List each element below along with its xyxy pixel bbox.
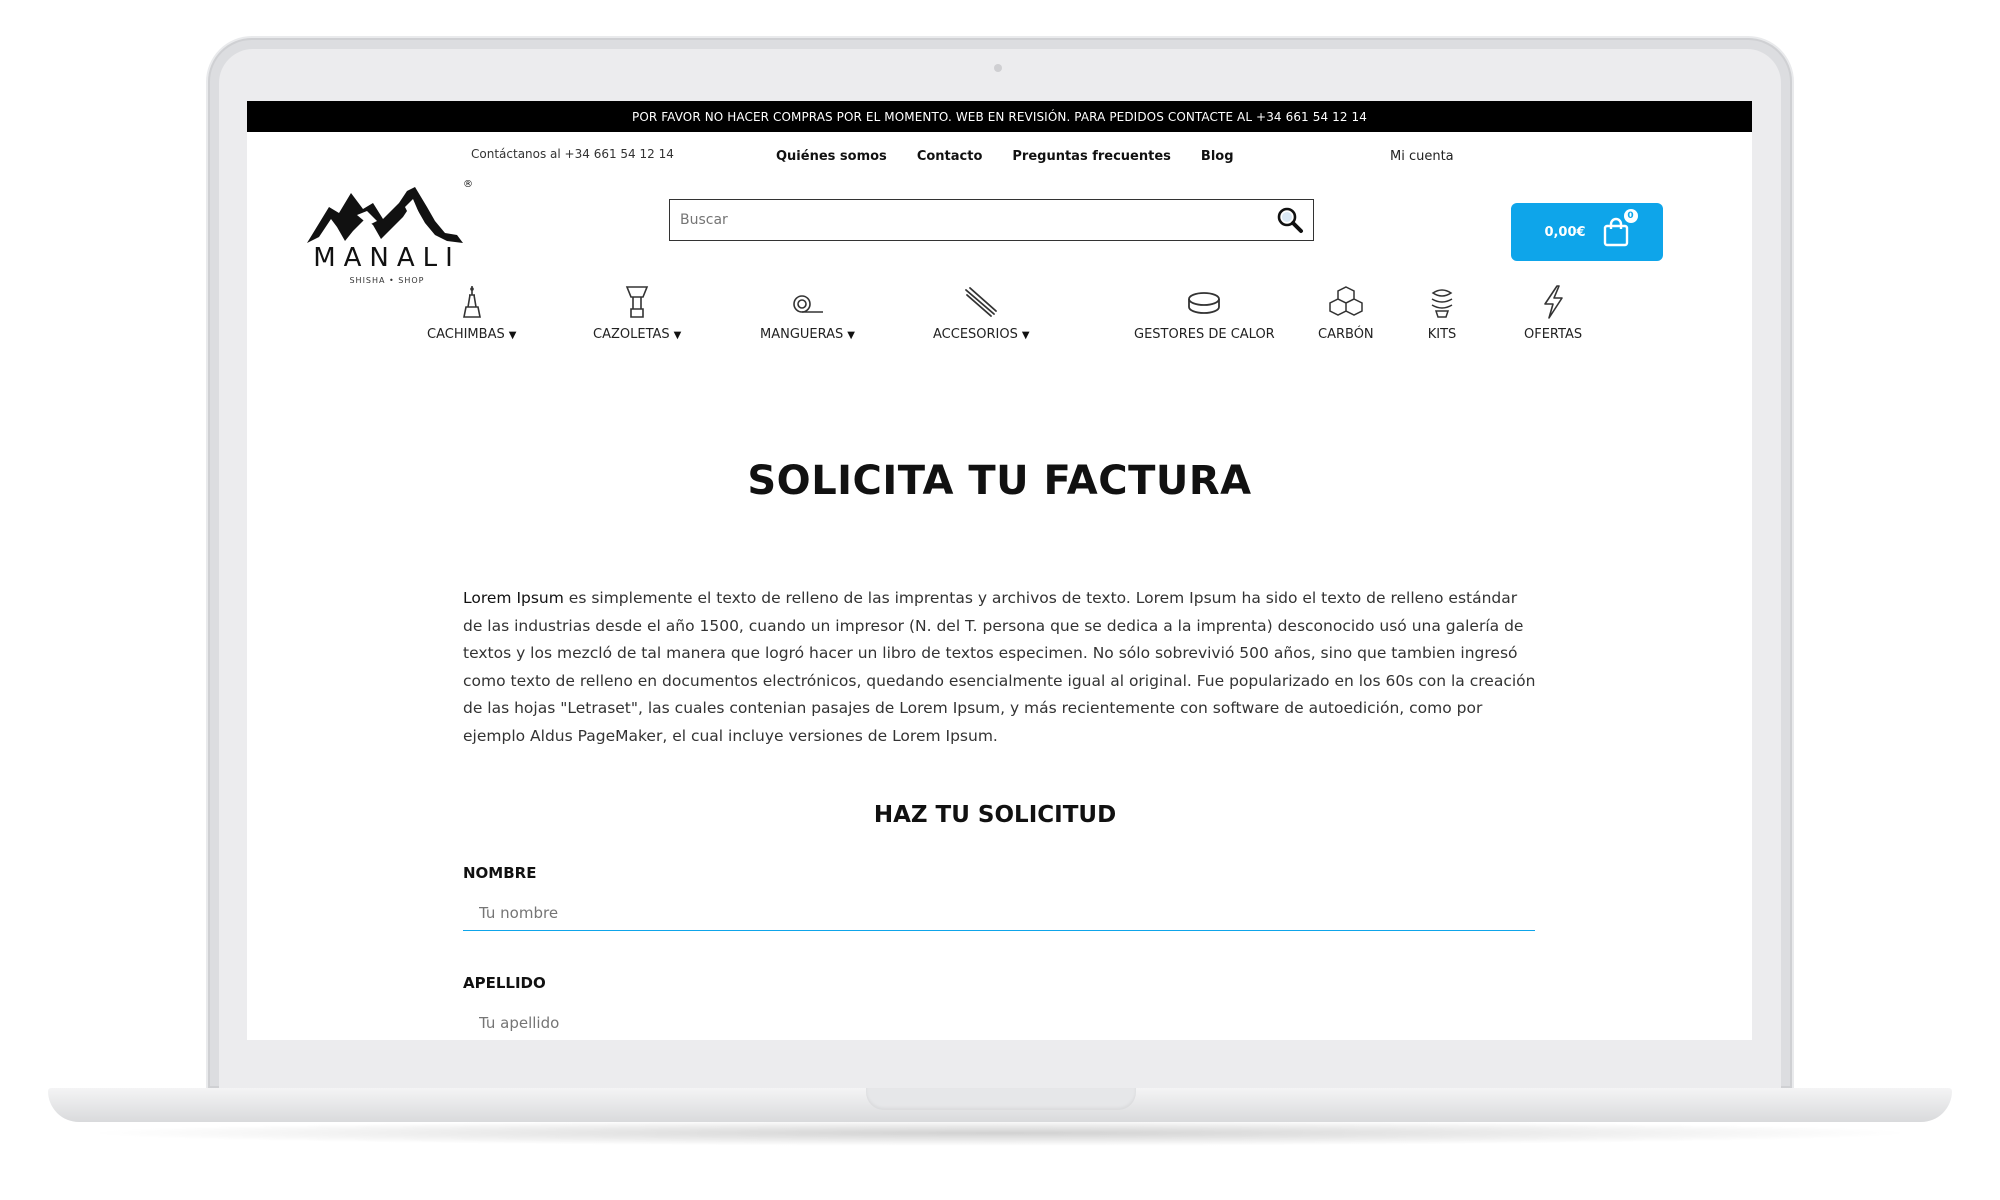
registered-mark: ® [463,179,473,190]
lightning-icon [1544,285,1563,319]
paragraph-lead: Lorem Ipsum [463,589,564,607]
category-ofertas[interactable]: OFERTAS [1524,285,1582,342]
nav-quienes-somos[interactable]: Quiénes somos [776,149,887,164]
page-title: SOLICITA TU FACTURA [747,458,1252,504]
announcement-text: POR FAVOR NO HACER COMPRAS POR EL MOMENT… [632,109,1367,124]
site-logo[interactable]: ® MANALI SHISHA • SHOP [305,179,475,289]
search-bar [669,199,1314,241]
search-input[interactable] [670,202,1267,238]
category-carbon[interactable]: CARBÓN [1318,285,1374,342]
logo-brand: MANALI [313,243,461,273]
last-name-input[interactable] [463,1005,1535,1040]
last-name-label: APELLIDO [463,974,546,992]
chevron-down-icon: ▼ [508,330,517,341]
logo-subtitle: SHISHA • SHOP [349,276,425,285]
first-name-label: NOMBRE [463,864,537,882]
chevron-down-icon: ▼ [1021,330,1030,341]
cart-total: 0,00€ [1544,224,1586,240]
category-label: ACCESORIOS [933,327,1018,342]
nav-contacto[interactable]: Contacto [917,149,983,164]
top-nav: Quiénes somos Contacto Preguntas frecuen… [776,149,1234,164]
nav-blog[interactable]: Blog [1201,149,1234,164]
cart-button[interactable]: 0,00€ 0 [1511,203,1663,261]
bowl-icon [625,286,649,318]
laptop-shadow [80,1120,1920,1146]
category-label: CACHIMBAS [427,327,505,342]
contact-phone: Contáctanos al +34 661 54 12 14 [471,147,674,161]
category-kits[interactable]: KITS [1427,285,1457,342]
kit-icon [1431,289,1453,318]
category-cazoletas[interactable]: CAZOLETAS ▼ [593,285,681,342]
nav-preguntas-frecuentes[interactable]: Preguntas frecuentes [1012,149,1171,164]
search-button[interactable] [1267,200,1313,240]
category-label: KITS [1427,327,1457,342]
category-label: MANGUERAS [760,327,844,342]
search-icon [1277,207,1303,233]
category-cachimbas[interactable]: CACHIMBAS ▼ [427,285,516,342]
hookah-icon [462,286,481,318]
category-label: OFERTAS [1524,327,1583,342]
category-label: CARBÓN [1318,327,1374,342]
first-name-input[interactable] [463,895,1535,931]
category-label: GESTORES DE CALOR [1134,327,1275,342]
hose-icon [792,295,823,313]
category-gestores-de-calor[interactable]: GESTORES DE CALOR [1134,285,1275,342]
category-nav: CACHIMBAS ▼ CAZOLETAS ▼ MANGUERAS ▼ ACCESOR… [247,285,1752,355]
category-accesorios[interactable]: ACCESORIOS ▼ [933,285,1030,342]
laptop-screen: POR FAVOR NO HACER COMPRAS POR EL MOMENT… [247,101,1752,1040]
laptop-notch [866,1088,1136,1110]
category-label: CAZOLETAS [593,327,670,342]
mountain-logo-icon [307,187,463,243]
category-mangueras[interactable]: MANGUERAS ▼ [760,285,855,342]
announcement-bar: POR FAVOR NO HACER COMPRAS POR EL MOMENT… [247,101,1752,132]
heat-manager-icon [1188,292,1221,314]
charcoal-cubes-icon [1329,286,1363,316]
shopping-bag-icon: 0 [1602,209,1638,247]
paragraph-body: es simplemente el texto de relleno de la… [463,589,1536,745]
chevron-down-icon: ▼ [847,330,855,341]
my-account-link[interactable]: Mi cuenta [1390,149,1454,164]
tongs-icon [965,287,998,317]
chevron-down-icon: ▼ [673,330,682,341]
cart-count-badge: 0 [1623,209,1638,223]
intro-paragraph: Lorem Ipsum es simplemente el texto de r… [463,585,1538,750]
form-title: HAZ TU SOLICITUD [873,802,1117,828]
camera-dot [994,64,1002,72]
